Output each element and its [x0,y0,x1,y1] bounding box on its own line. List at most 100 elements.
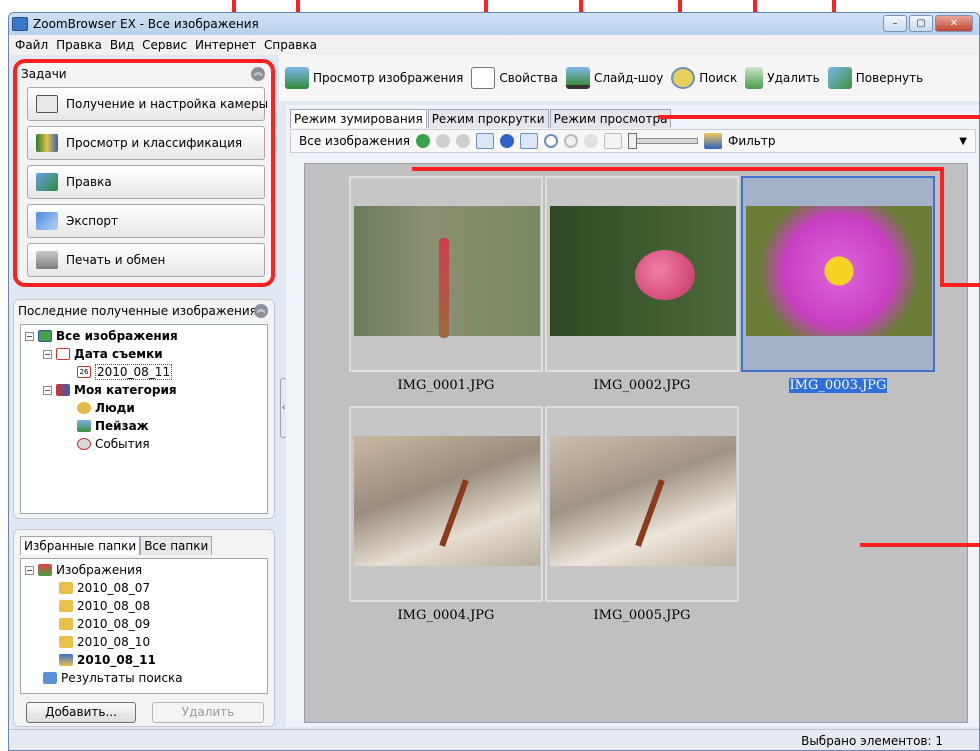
task-button-camera[interactable]: Получение и настройка камеры [27,87,269,121]
printer-icon [36,251,58,269]
task-button-edit[interactable]: Правка [27,165,265,199]
close-button[interactable]: ✕ [935,15,973,32]
menu-view[interactable]: Вид [106,38,138,52]
collapse-node-icon[interactable]: − [43,385,52,395]
folder-icon [59,618,73,630]
tree-item[interactable]: Пейзаж [77,417,149,435]
calendar-day-icon: 26 [77,366,91,378]
photo-cosmos-flower [746,206,932,336]
tree-item[interactable]: 2010_08_08 [59,597,150,615]
selected-count: Выбрано элементов: 1 [801,734,943,748]
menu-internet[interactable]: Интернет [191,38,260,52]
collapse-tasks-icon[interactable]: ︽ [251,67,265,81]
menu-file[interactable]: Файл [11,38,52,52]
tab-scroll-mode[interactable]: Режим прокрутки [427,109,549,128]
title-bar: ZoomBrowser EX - Все изображения – ▢ ✕ [9,13,979,35]
navigation-bar: Все изображения Фильтр ▼ [290,129,976,153]
properties-button[interactable]: Свойства [467,67,562,89]
thumbnail-name: IMG_0004.JPG [397,608,495,623]
menu-edit[interactable]: Правка [52,38,106,52]
collapse-node-icon[interactable]: − [43,349,52,359]
tree-item[interactable]: 2010_08_10 [59,633,150,651]
tab-all-folders[interactable]: Все папки [140,536,213,555]
thumbnail-name: IMG_0001.JPG [397,378,495,393]
view-image-button[interactable]: Просмотр изображения [281,67,467,89]
tab-favorite-folders[interactable]: Избранные папки [20,536,141,555]
tree-item[interactable]: Результаты поиска [43,669,183,687]
up-icon[interactable] [455,134,470,148]
location-label: Все изображения [299,134,410,148]
slider-handle[interactable] [627,133,637,149]
maximize-button[interactable]: ▢ [909,15,933,32]
thumbnail-item[interactable] [545,176,739,372]
callout-line-navigation-bar [412,167,942,171]
status-bar: Выбрано элементов: 1 [9,729,979,750]
rotate-icon [827,67,852,89]
tree-item[interactable]: 2010_08_07 [59,579,150,597]
filter-dropdown-icon[interactable]: ▼ [959,136,967,147]
thumbnail-item[interactable] [349,176,543,372]
thumbnail-item[interactable] [545,406,739,602]
slideshow-button[interactable]: Слайд-шоу [562,67,667,89]
task-button-label: Правка [66,175,112,189]
search-button[interactable]: Поиск [667,67,741,89]
tree-item[interactable]: 2010_08_09 [59,615,150,633]
tree-item[interactable]: − Изображения [25,561,142,579]
menu-tools[interactable]: Сервис [138,38,191,52]
zoom-out-icon[interactable] [563,134,578,148]
callout-line-navigation-bar-vertical [940,167,944,285]
thumbnail-name: IMG_0002.JPG [593,378,691,393]
menu-bar: Файл Правка Вид Сервис Интернет Справка [9,35,979,55]
delete-button[interactable]: Удалить [741,67,824,89]
menu-help[interactable]: Справка [260,38,321,52]
tree-item[interactable]: События [77,435,150,453]
collapse-node-icon[interactable]: − [25,565,34,575]
tree-item[interactable]: 26 2010_08_11 [77,363,173,381]
tab-preview-mode[interactable]: Режим просмотра [549,109,672,128]
filter-icon[interactable] [703,133,722,149]
zoom-in-icon[interactable] [543,134,558,148]
collapse-node-icon[interactable]: − [25,331,34,341]
tree-item[interactable]: − Все изображения [25,327,178,345]
tasks-header: Задачи [21,67,67,81]
tree-item[interactable]: − Дата съемки [43,345,163,363]
task-button-label: Экспорт [66,214,119,228]
recent-images-title: Последние полученные изображения [18,304,257,318]
callout-line-navigation-bar-end [940,283,980,287]
events-icon [77,438,91,450]
thumbnail-item-selected[interactable] [741,176,935,372]
collapse-recent-icon[interactable]: ︽ [254,304,268,318]
forward-icon[interactable] [435,134,450,148]
book-icon [36,134,58,152]
task-button-browse[interactable]: Просмотр и классификация [27,126,265,160]
tree-item[interactable]: Люди [77,399,135,417]
task-button-label: Получение и настройка камеры [66,97,269,111]
tree-item[interactable]: 2010_08_11 [59,651,156,669]
display-settings-icon[interactable] [475,133,494,149]
thumbnail-size-slider[interactable] [627,133,698,149]
remove-folder-button[interactable]: Удалить [152,702,264,723]
search-results-icon [43,672,57,684]
thumbnail-grid: IMG_0001.JPG IMG_0002.JPG IMG_0003.JPG I… [304,163,968,723]
filter-label[interactable]: Фильтр [728,134,775,148]
info-icon[interactable] [499,134,514,148]
tab-zoom-mode[interactable]: Режим зумирования [290,109,427,128]
add-folder-button[interactable]: Добавить... [26,702,136,723]
back-icon[interactable] [415,134,430,148]
fit-icon[interactable] [603,133,622,149]
tree-item[interactable]: − Моя категория [43,381,177,399]
task-button-print[interactable]: Печать и обмен [27,243,265,277]
thumbnail-item[interactable] [349,406,543,602]
task-button-label: Печать и обмен [66,253,166,267]
tasks-panel: Задачи ︽ Получение и настройка камеры Пр… [13,59,275,287]
hand-tool-icon[interactable] [583,134,598,148]
category-icon [56,384,70,396]
callout-line-view-tabs [658,115,980,119]
select-tool-icon[interactable] [519,133,538,149]
task-button-export[interactable]: Экспорт [27,204,265,238]
minimize-button[interactable]: – [883,15,907,32]
slideshow-icon [565,67,590,89]
thumbnail-name: IMG_0005.JPG [593,608,691,623]
app-window: ZoomBrowser EX - Все изображения – ▢ ✕ Ф… [8,12,980,751]
rotate-button[interactable]: Повернуть [824,67,927,89]
